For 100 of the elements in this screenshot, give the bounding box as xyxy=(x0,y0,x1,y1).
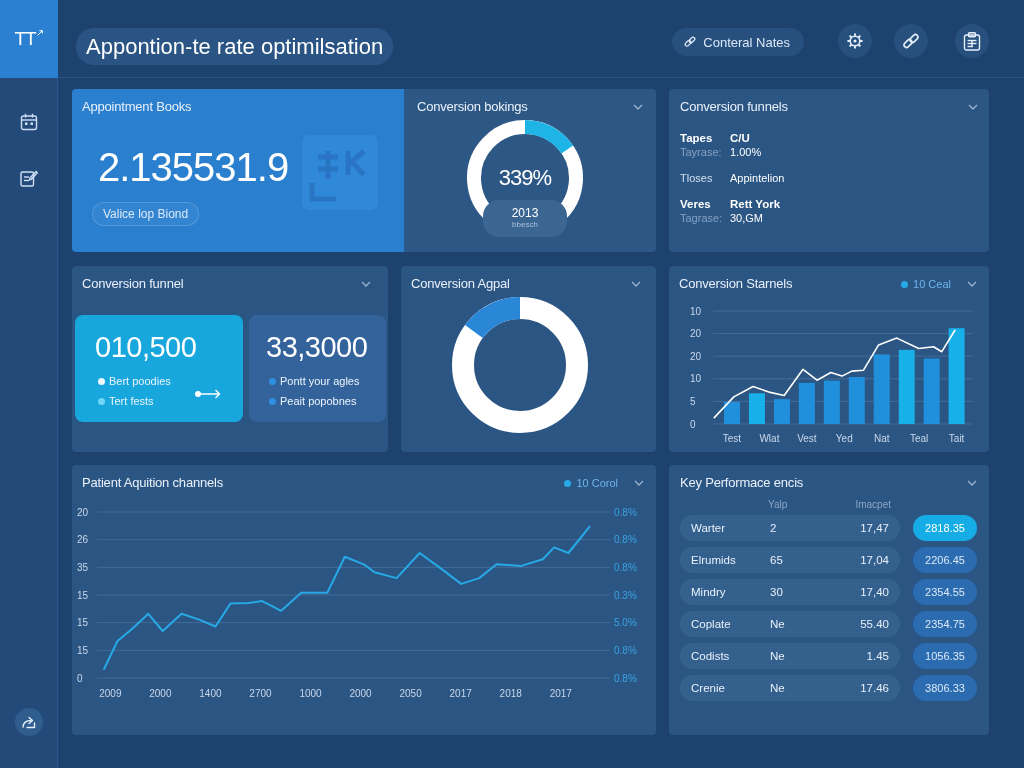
clipboard-button[interactable] xyxy=(955,24,989,58)
card-title: Conversion Agpal xyxy=(411,276,510,292)
axis-label: 0.8% xyxy=(614,672,637,684)
field-value: Rett York xyxy=(730,197,781,211)
bullet-label: Bert poodies xyxy=(109,375,171,387)
link-icon xyxy=(684,36,697,48)
year-label: 2013 xyxy=(511,207,539,220)
table-cell-text: Elrumids xyxy=(690,554,737,566)
link-button[interactable] xyxy=(894,24,928,58)
table-cell-text: 17,47 xyxy=(860,522,890,534)
card-title: Appointment Books xyxy=(82,99,192,115)
stat-value: 010,500 xyxy=(95,330,198,364)
legend-label: 10 Ceal xyxy=(913,278,951,290)
axis-label: 2018 xyxy=(499,687,522,699)
settings-button[interactable] xyxy=(838,24,872,58)
card-title: Conversion bokings xyxy=(417,99,528,115)
logo-text: TT xyxy=(14,28,36,50)
axis-label: Test xyxy=(722,432,742,444)
share-button[interactable] xyxy=(14,708,43,736)
chevron-down-icon[interactable] xyxy=(967,281,977,287)
table-cell-text: 17.46 xyxy=(860,682,890,694)
legend-label: 10 Corol xyxy=(576,477,618,489)
chevron-down-icon[interactable] xyxy=(967,480,977,486)
axis-label: 2000 xyxy=(349,687,372,699)
table-cell-text: Ne xyxy=(770,682,786,694)
note-edit-icon[interactable] xyxy=(19,169,38,187)
table-cell-text: Mindry xyxy=(690,586,727,598)
axis-label: 10 xyxy=(690,305,702,317)
axis-label: 5.0% xyxy=(614,617,637,629)
axis-label: 26 xyxy=(77,534,89,546)
axis-label: 2700 xyxy=(249,687,272,699)
column-header: Yalp xyxy=(768,499,789,511)
axis-label: 0 xyxy=(690,418,696,430)
notes-button[interactable]: Conteral Nates xyxy=(672,28,804,56)
field-label: Tapes xyxy=(680,131,713,145)
axis-label: 2017 xyxy=(549,687,572,699)
axis-label: 0.8% xyxy=(614,506,637,518)
value-badge: 2354.75 xyxy=(913,611,977,637)
table-row[interactable]: Elrumids 65 17,04 xyxy=(680,547,900,573)
axis-label: 20 xyxy=(690,328,702,340)
axis-label: 20 xyxy=(690,350,702,362)
link-icon xyxy=(902,32,920,50)
axis-label: 0 xyxy=(77,672,83,684)
arrow-icon xyxy=(194,389,221,399)
axis-label: 15 xyxy=(77,644,89,656)
page-title: Appontion-te rate optimilsation xyxy=(76,28,394,65)
field-value: 1.00% xyxy=(730,145,762,159)
value-badge: 1056.35 xyxy=(913,643,977,669)
gear-icon xyxy=(846,32,864,50)
chevron-down-icon[interactable] xyxy=(633,104,643,110)
share-icon xyxy=(21,715,36,729)
table-row[interactable]: Codists Ne 1.45 xyxy=(680,643,900,669)
table-cell-text: 17,40 xyxy=(860,586,890,598)
axis-label: 0.8% xyxy=(614,534,637,546)
field-label: Tayrase: xyxy=(680,145,722,159)
axis-label: 35 xyxy=(77,561,89,573)
chevron-down-icon[interactable] xyxy=(968,104,978,110)
field-value: C/U xyxy=(730,131,750,145)
bullet-label: Peait popobnes xyxy=(280,395,357,407)
table-cell-text: Warter xyxy=(690,522,727,534)
axis-label: 2050 xyxy=(399,687,422,699)
card-title: Patient Aquition channels xyxy=(82,475,223,491)
card-title: Conversion funnel xyxy=(82,276,184,292)
table-row[interactable]: Warter 2 17,47 xyxy=(680,515,900,541)
axis-label: Vest xyxy=(797,432,817,444)
calendar-icon[interactable] xyxy=(19,113,38,131)
axis-label: 2009 xyxy=(99,687,122,699)
axis-label: 15 xyxy=(77,617,89,629)
table-cell-text: 1.45 xyxy=(866,650,890,662)
bullet-label: Pontt your agles xyxy=(280,375,360,387)
axis-label: Tait xyxy=(948,432,965,444)
chevron-down-icon[interactable] xyxy=(634,480,644,486)
legend-dot-icon xyxy=(564,479,572,487)
table-cell-text: Ne xyxy=(770,650,786,662)
table-cell-text: Ne xyxy=(770,618,786,630)
axis-label: Nat xyxy=(873,432,890,444)
table-cell-text: 30 xyxy=(770,586,784,598)
chevron-down-icon[interactable] xyxy=(631,281,641,287)
axis-label: 1400 xyxy=(199,687,222,699)
table-cell-text: Coplate xyxy=(690,618,732,630)
card-title: Conversion Starnels xyxy=(679,276,793,292)
axis-label: 2017 xyxy=(449,687,472,699)
chevron-down-icon[interactable] xyxy=(361,281,371,287)
table-row[interactable]: Mindry 30 17,40 xyxy=(680,579,900,605)
table-cell-text: 2 xyxy=(770,522,778,534)
value-badge: 2354.55 xyxy=(913,579,977,605)
value-badge: 2206.45 xyxy=(913,547,977,573)
table-row[interactable]: Crenie Ne 17.46 xyxy=(680,675,900,701)
clipboard-icon xyxy=(963,31,981,51)
field-value: Appintelion xyxy=(730,171,785,185)
axis-label: Teal xyxy=(910,432,929,444)
gauge-value: 339% xyxy=(497,165,553,191)
axis-label: 1000 xyxy=(299,687,322,699)
table-row[interactable]: Coplate Ne 55.40 xyxy=(680,611,900,637)
value-badge: 2818.35 xyxy=(913,515,977,541)
stat-value: 33,3000 xyxy=(266,330,369,364)
axis-label: 5 xyxy=(690,395,696,407)
card-title: Conversion funnels xyxy=(680,99,788,115)
table-cell-text: 17,04 xyxy=(860,554,890,566)
column-header: Imacpet xyxy=(854,499,891,511)
